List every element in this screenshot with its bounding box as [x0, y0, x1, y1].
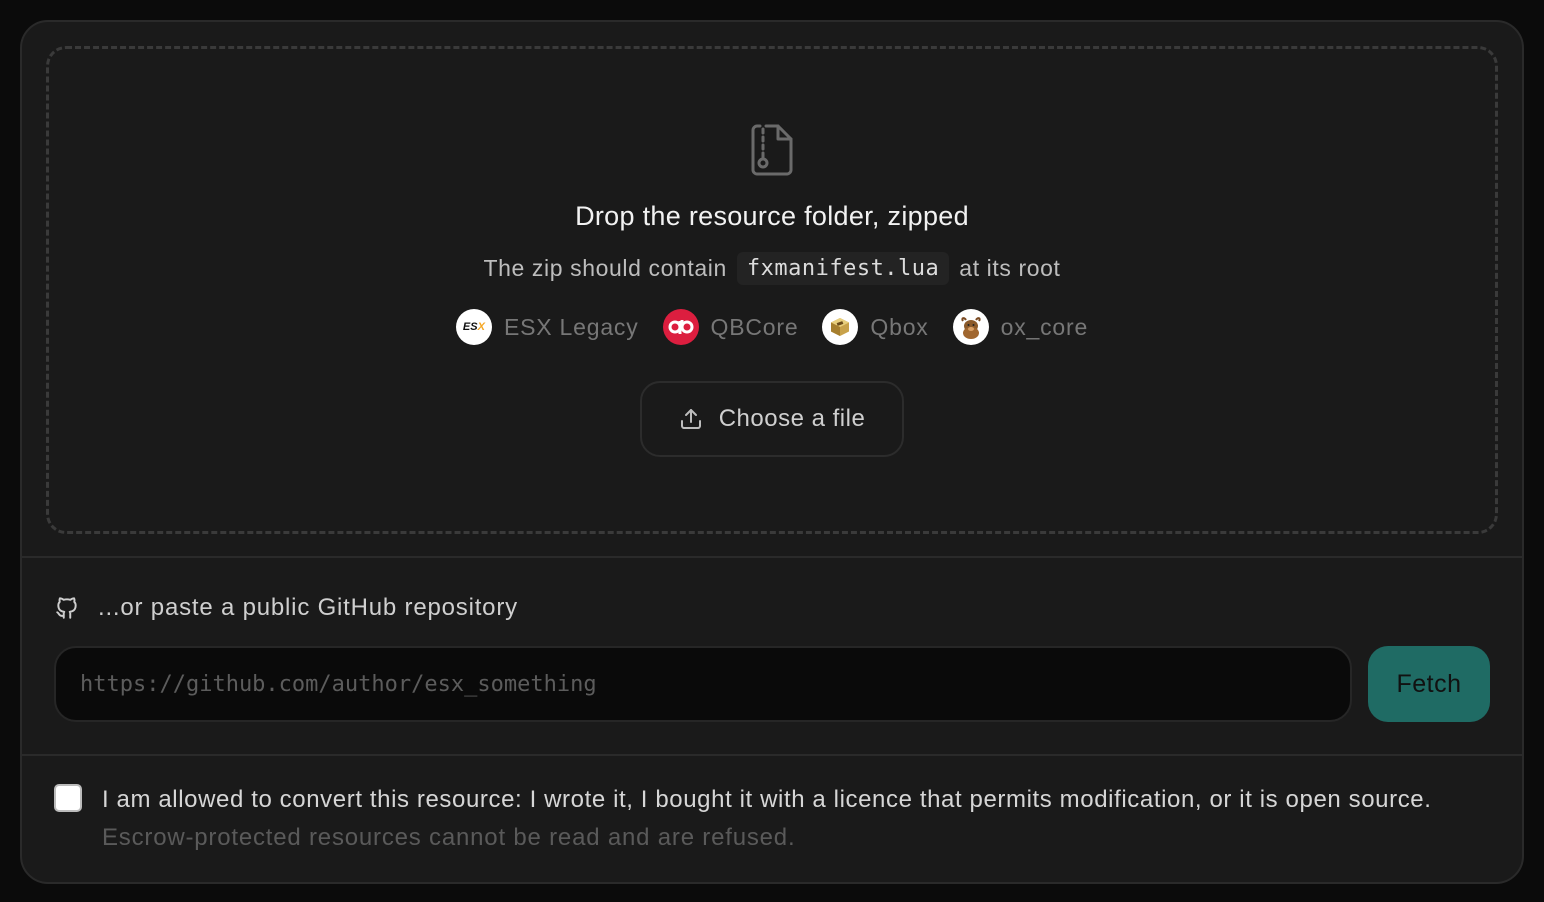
- framework-qbox: Qbox: [822, 309, 928, 345]
- consent-text[interactable]: I am allowed to convert this resource: I…: [102, 786, 1512, 814]
- github-icon: [56, 597, 77, 619]
- framework-label: ox_core: [1000, 313, 1089, 340]
- framework-qbcore: QBCore: [662, 309, 799, 345]
- choose-file-button[interactable]: Choose a file: [640, 381, 904, 457]
- github-label: ...or paste a public GitHub repository: [98, 594, 518, 621]
- esx-logo-icon: ES X: [455, 309, 492, 345]
- file-dropzone[interactable]: Drop the resource folder, zipped The zip…: [46, 46, 1498, 534]
- zip-file-icon: [751, 124, 793, 176]
- upload-icon: [680, 409, 701, 429]
- dropzone-title: Drop the resource folder, zipped: [575, 201, 969, 231]
- divider: [22, 754, 1522, 756]
- subtitle-text-before: The zip should contain: [483, 255, 727, 281]
- framework-list: ES X ESX Legacy QBCore Qbox ox_core: [455, 309, 1089, 345]
- consent-note: Escrow-protected resources cannot be rea…: [102, 824, 796, 851]
- qbcore-logo-icon: [662, 309, 699, 345]
- fetch-button[interactable]: Fetch: [1368, 646, 1490, 722]
- framework-ox-core: ox_core: [952, 309, 1089, 345]
- qbox-logo-icon: [822, 309, 859, 345]
- github-section-label: ...or paste a public GitHub repository: [54, 594, 518, 622]
- subtitle-text-after: at its root: [959, 255, 1061, 281]
- consent-checkbox[interactable]: [54, 784, 82, 812]
- framework-esx: ES X ESX Legacy: [455, 309, 639, 345]
- choose-file-label: Choose a file: [718, 405, 866, 432]
- manifest-filename: fxmanifest.lua: [736, 252, 950, 285]
- framework-label: Qbox: [870, 313, 929, 340]
- divider: [22, 556, 1522, 558]
- framework-label: QBCore: [710, 313, 799, 340]
- framework-label: ESX Legacy: [503, 313, 639, 340]
- upload-card: Drop the resource folder, zipped The zip…: [20, 20, 1524, 884]
- ox-core-logo-icon: [952, 309, 989, 345]
- github-url-input[interactable]: [54, 646, 1352, 722]
- dropzone-subtitle: The zip should contain fxmanifest.lua at…: [484, 252, 1061, 285]
